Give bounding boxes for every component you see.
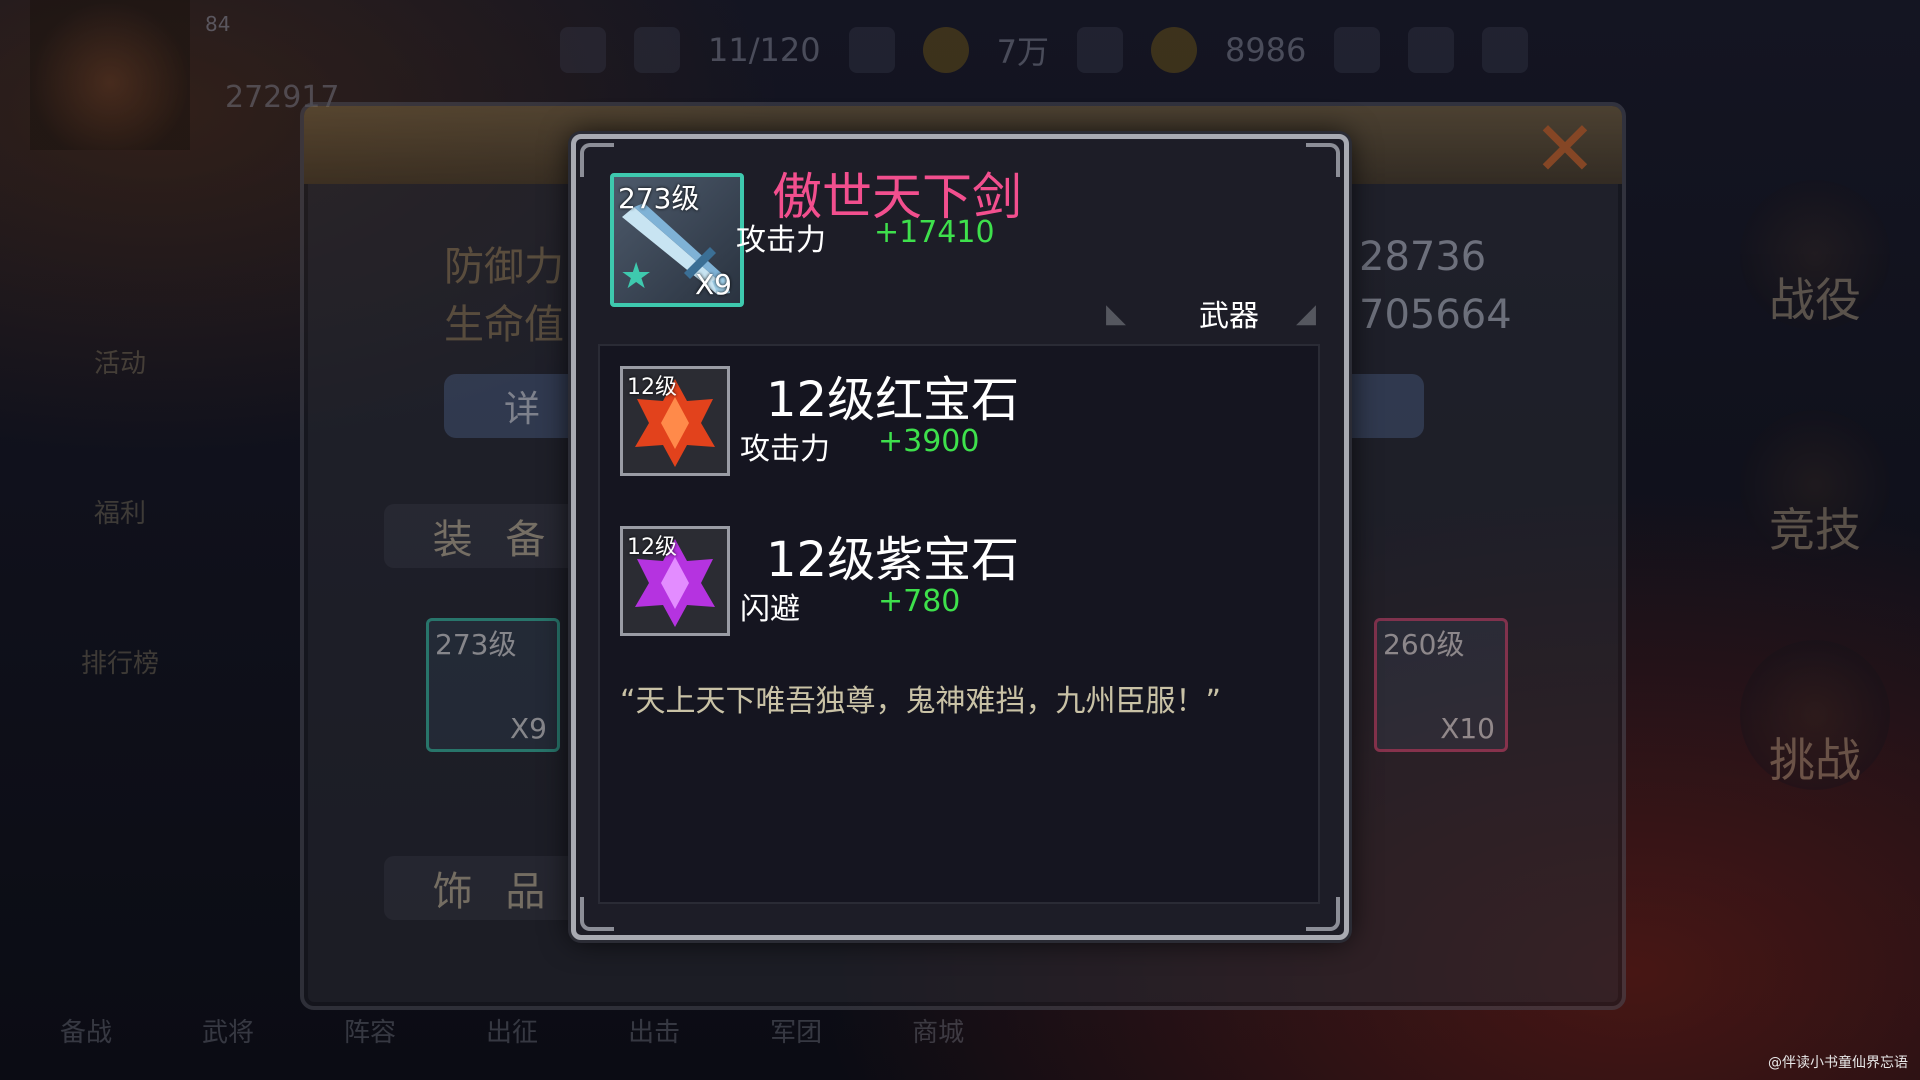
add-icon[interactable] (1076, 27, 1123, 73)
gem-value: 8986 (1224, 31, 1307, 69)
close-icon[interactable]: ✕ (1528, 111, 1602, 187)
item-level: 273级 (618, 182, 700, 215)
gem-attr-label: 闪避 (740, 592, 800, 627)
nav-item[interactable]: 武将 (202, 1012, 254, 1049)
hero-portrait[interactable] (30, 0, 190, 150)
red-gem-slot: 12级 (620, 366, 730, 476)
item-type: 武器 (1199, 299, 1259, 334)
item-attr-label: 攻击力 (736, 223, 826, 258)
equipped-weapon-slot[interactable]: 273级 X9 (426, 618, 560, 752)
corner-ornament (1306, 143, 1340, 177)
coin-icon (922, 27, 969, 73)
item-attr-value: +17410 (874, 215, 995, 250)
campaign-button[interactable]: 战役 (1740, 180, 1890, 330)
left-menu-item[interactable]: 排行榜 (50, 530, 190, 680)
item-flavor-text: “天上天下唯吾独尊，鬼神难挡，九州臣服！” (620, 684, 1222, 719)
item-count: X9 (510, 712, 547, 745)
item-level: 260级 (1383, 628, 1465, 661)
hp-value: 705664 (1359, 292, 1512, 338)
resource-bar: 11/120 7万 8986 (560, 20, 1920, 80)
left-menu-item[interactable]: 活动 (50, 230, 190, 380)
purple-gem-slot: 12级 (620, 526, 730, 636)
item-level: 273级 (435, 628, 517, 661)
nav-item[interactable]: 军团 (770, 1012, 822, 1049)
equipped-boots-slot[interactable]: 260级 X10 (1374, 618, 1508, 752)
settings-icon[interactable] (1482, 27, 1529, 73)
star-icon: ★ (620, 256, 653, 297)
gem-attr-value: +3900 (878, 424, 980, 459)
crown-icon[interactable] (560, 27, 606, 73)
gem-icon (1150, 27, 1197, 73)
gem-level: 12级 (627, 535, 677, 560)
gem-level: 12级 (627, 375, 677, 400)
gem-name: 12级紫宝石 (766, 532, 1020, 588)
hero-level: 84 (205, 12, 231, 36)
watermark: @伴读小书童仙界忘语 (1768, 1055, 1908, 1071)
nav-item[interactable]: 商城 (912, 1012, 964, 1049)
gem-attr-value: +780 (878, 584, 961, 619)
defense-value: 28736 (1359, 234, 1487, 280)
nav-item[interactable]: 出征 (486, 1012, 538, 1049)
nav-item[interactable]: 出击 (628, 1012, 680, 1049)
left-menu-item[interactable]: 福利 (50, 380, 190, 530)
sword-item-slot: 273级 ★ X9 (610, 173, 744, 307)
add-icon[interactable] (848, 27, 895, 73)
right-menu: 战役 竞技 挑战 (1740, 180, 1890, 870)
item-tooltip: 273级 ★ X9 傲世天下剑 攻击力 +17410 ◣ 武器 ◢ 12级 12… (571, 134, 1349, 940)
nav-item[interactable]: 阵容 (344, 1012, 396, 1049)
gem-attr-label: 攻击力 (740, 432, 830, 467)
corner-ornament (580, 143, 614, 177)
nav-item[interactable]: 备战 (60, 1012, 112, 1049)
type-ornament-left: ◣ (1106, 299, 1126, 329)
add-icon[interactable] (1334, 27, 1381, 73)
item-count: X9 (695, 268, 732, 301)
item-count: X10 (1440, 712, 1495, 745)
stamina-icon (634, 27, 680, 73)
gem-section: 12级 12级红宝石 攻击力 +3900 12级 12级紫宝石 闪避 +780 … (598, 344, 1320, 904)
gem-name: 12级红宝石 (766, 372, 1020, 428)
arena-button[interactable]: 竞技 (1740, 410, 1890, 560)
type-ornament-right: ◢ (1296, 299, 1316, 329)
stamina-value: 11/120 (708, 31, 821, 69)
left-menu: 活动 福利 排行榜 (50, 230, 190, 680)
coin-value: 7万 (996, 33, 1049, 71)
challenge-button[interactable]: 挑战 (1740, 640, 1890, 790)
mail-icon[interactable] (1408, 27, 1455, 73)
